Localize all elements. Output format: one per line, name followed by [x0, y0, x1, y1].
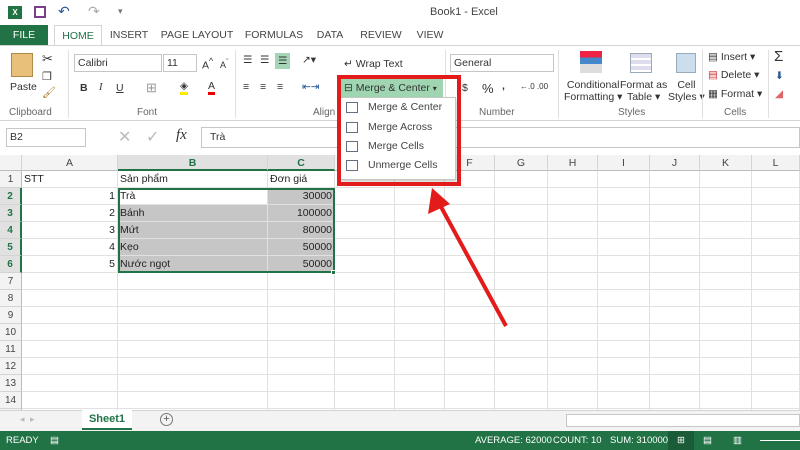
annotation-arrow — [428, 188, 508, 327]
zoom-slider[interactable] — [760, 440, 800, 441]
status-ready: READY — [6, 435, 39, 446]
scroll-right-icon[interactable]: ▸ — [30, 414, 35, 425]
sheet-tab-sheet1[interactable]: Sheet1 — [82, 410, 132, 430]
normal-view-icon[interactable]: ⊞ — [668, 431, 694, 450]
scroll-left-icon[interactable]: ◂ — [20, 414, 25, 425]
status-average: AVERAGE: 62000 — [475, 435, 552, 446]
macro-icon: ▤ — [50, 435, 59, 446]
status-bar: READY ▤ AVERAGE: 62000 COUNT: 10 SUM: 31… — [0, 431, 800, 450]
sheet-tab-bar: ◂ ▸ Sheet1 + — [0, 410, 800, 431]
horizontal-scrollbar[interactable] — [566, 414, 800, 427]
status-count: COUNT: 10 — [553, 435, 602, 446]
page-break-view-icon[interactable]: ▥ — [733, 431, 742, 450]
page-layout-view-icon[interactable]: ▤ — [703, 431, 712, 450]
status-sum: SUM: 310000 — [610, 435, 669, 446]
add-sheet-icon[interactable]: + — [160, 413, 173, 426]
